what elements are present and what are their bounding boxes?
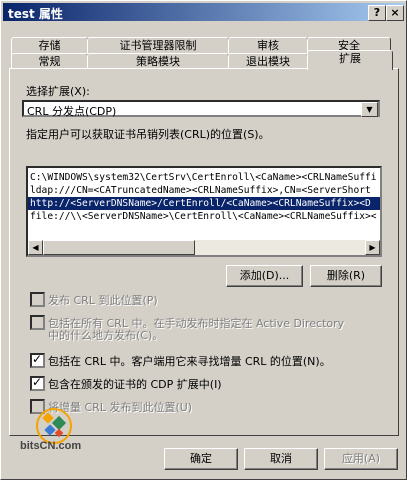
list-item[interactable]: file://\\<ServerDNSName>\CertEnroll\<CaN… bbox=[30, 210, 377, 223]
check-mark-icon: ✓ bbox=[32, 375, 43, 389]
cancel-button[interactable]: 取消 bbox=[244, 448, 318, 470]
scroll-right-icon[interactable]: ▶ bbox=[365, 240, 380, 255]
check-mark-icon: ✓ bbox=[32, 352, 43, 366]
scroll-left-icon[interactable]: ◀ bbox=[28, 240, 43, 255]
include-in-crls-checkbox[interactable]: ✓ bbox=[30, 352, 45, 368]
include-all-crls-checkbox[interactable] bbox=[30, 315, 45, 330]
include-cdp-checkbox[interactable]: ✓ bbox=[30, 375, 45, 391]
add-button[interactable]: 添加(D)... bbox=[226, 265, 303, 287]
include-all-crls-label-line2: 中的什么地方发布(C)。 bbox=[48, 329, 164, 342]
watermark-text: bitsCN.com bbox=[20, 440, 82, 452]
scroll-thumb[interactable] bbox=[43, 240, 195, 255]
extension-select[interactable]: CRL 分发点(CDP) ▼ bbox=[22, 100, 380, 118]
list-item-selected[interactable]: http://<ServerDNSName>/CertEnroll/<CaNam… bbox=[28, 196, 380, 211]
apply-button[interactable]: 应用(A) bbox=[324, 448, 398, 470]
extension-selected-value: CRL 分发点(CDP) bbox=[27, 105, 117, 118]
chevron-down-icon[interactable]: ▼ bbox=[361, 102, 378, 117]
locations-description: 指定用户可以获取证书吊销列表(CRL)的位置(S)。 bbox=[26, 128, 270, 141]
include-cdp-label: 包含在颁发的证书的 CDP 扩展中(I) bbox=[48, 378, 222, 391]
remove-button[interactable]: 删除(R) bbox=[310, 265, 382, 287]
list-item[interactable]: ldap:///CN=<CATruncatedName><CRLNameSuff… bbox=[30, 184, 371, 197]
horizontal-scrollbar[interactable]: ◀ ▶ bbox=[28, 240, 380, 255]
publish-crl-checkbox[interactable] bbox=[30, 292, 45, 307]
watermark-logo: bitsCN.com bbox=[14, 404, 114, 456]
extension-label: 选择扩展(X): bbox=[26, 85, 90, 98]
include-in-crls-label: 包括在 CRL 中。客户端用它来寻找增量 CRL 的位置(N)。 bbox=[48, 355, 331, 368]
publish-crl-label: 发布 CRL 到此位置(P) bbox=[48, 294, 158, 307]
crl-locations-list[interactable]: C:\WINDOWS\system32\CertSrv\CertEnroll\<… bbox=[26, 166, 382, 257]
ok-button[interactable]: 确定 bbox=[164, 448, 238, 470]
list-item[interactable]: C:\WINDOWS\system32\CertSrv\CertEnroll\<… bbox=[30, 171, 377, 184]
